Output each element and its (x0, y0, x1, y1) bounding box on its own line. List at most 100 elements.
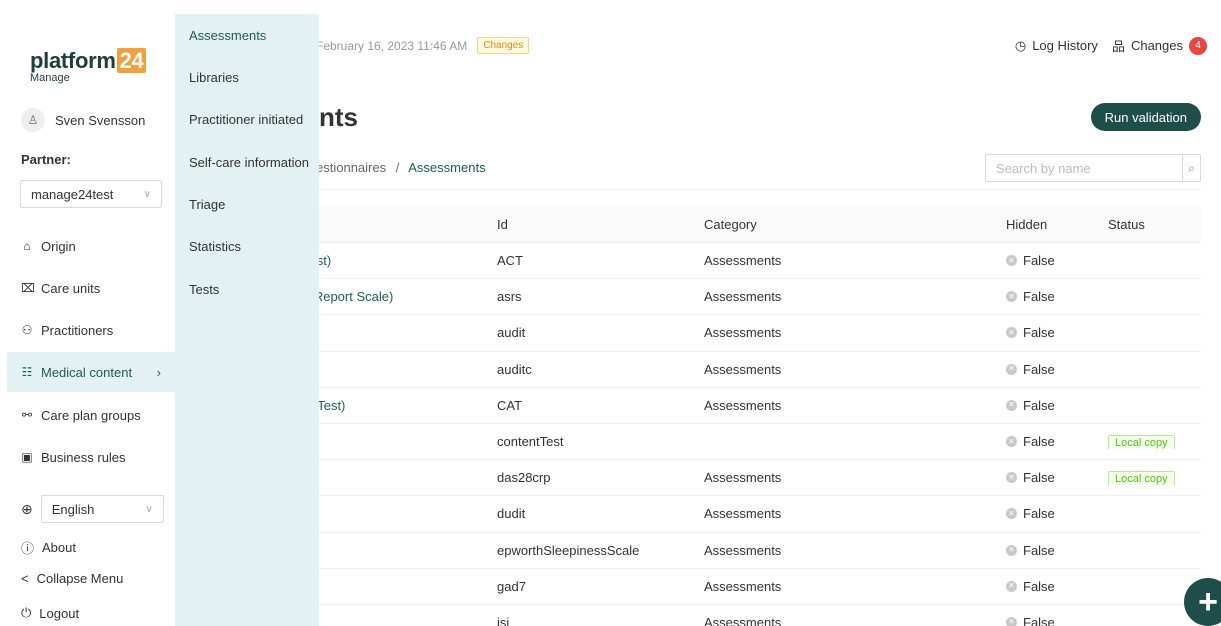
sidebar-item-care-units[interactable]: ⌧ Care units (0, 268, 175, 308)
column-header-status[interactable]: Status (1108, 217, 1201, 232)
list-icon: ☷ (21, 365, 33, 379)
cell-category: Assessments (704, 506, 782, 522)
last-updated-date: February 16, 2023 11:46 AM (316, 38, 468, 53)
partner-select[interactable]: manage24test ∨ (20, 180, 162, 208)
table-row[interactable]: dudit Assessments ✕ False (175, 496, 1201, 533)
hidden-value: False (1023, 361, 1055, 377)
logo[interactable]: platform 24 Manage (30, 48, 147, 84)
column-header-id[interactable]: Id (497, 217, 704, 232)
close-circle-icon: ✕ (1006, 327, 1017, 339)
log-history-label: Log History (1032, 38, 1098, 53)
sidebar-item-business-rules[interactable]: ▣ Business rules (0, 437, 175, 477)
cell-category: Assessments (704, 325, 782, 341)
table-row[interactable]: Test)ACTAssessments✕False (175, 243, 1201, 280)
submenu-item-self-care-information[interactable]: Self-care information (189, 155, 309, 170)
run-validation-button[interactable]: Run validation (1090, 103, 1201, 131)
breadcrumb-questionnaires[interactable]: estionnaires (316, 160, 386, 175)
language-row: ⊕ English ∨ (21, 495, 164, 523)
chevron-down-icon: ∨ (143, 188, 151, 200)
column-header-hidden[interactable]: Hidden (1006, 217, 1108, 232)
cell-status: Local copy (1108, 434, 1201, 450)
submenu-item-assessments[interactable]: Assessments (189, 28, 266, 43)
cell-id: dudit (497, 506, 526, 522)
sidebar-item-label: Medical content (41, 364, 133, 380)
changes-link[interactable]: 品 Changes 4 (1112, 36, 1207, 55)
table-row[interactable]: das28crp Assessments ✕ False Local copy (175, 460, 1201, 497)
sidebar-item-origin[interactable]: ⌂ Origin (0, 226, 175, 266)
sidebar-item-care-plan-groups[interactable]: ⚯ Care plan groups (0, 395, 175, 435)
hidden-value: False (1023, 325, 1055, 341)
top-actions: ◷ Log History 品 Changes 4 (1015, 36, 1207, 55)
about-link[interactable]: ⓘ About (21, 538, 76, 557)
sidebar-item-label: Practitioners (41, 322, 114, 338)
hidden-value: False (1023, 542, 1055, 558)
bank-icon: ⌧ (21, 281, 35, 295)
column-header-category[interactable]: Category (704, 217, 1006, 232)
sidebar-item-practitioners[interactable]: ⚇ Practitioners (0, 310, 175, 350)
submenu-item-triage[interactable]: Triage (189, 197, 225, 212)
user-profile[interactable]: ♙ Sven Svensson (21, 108, 145, 132)
table-row[interactable]: audit Assessments ✕ False (175, 315, 1201, 352)
table-header: Id Category Hidden Status (175, 207, 1201, 243)
chevron-down-icon: ∨ (145, 503, 153, 515)
close-circle-icon: ✕ (1006, 255, 1017, 267)
logout-link[interactable]: ⏻ Logout (21, 605, 79, 621)
search-input[interactable] (986, 155, 1182, 181)
cell-id: das28crp (497, 470, 551, 486)
submenu-item-tests[interactable]: Tests (189, 282, 219, 297)
collapse-menu-link[interactable]: < Collapse Menu (21, 571, 123, 586)
language-select[interactable]: English ∨ (40, 495, 164, 523)
cell-hidden: ✕ False (1006, 253, 1108, 268)
table-row[interactable]: contentTest ✕ False Local copy (175, 424, 1201, 461)
cell-hidden: ✕ False (1006, 506, 1108, 521)
table-row[interactable]: gad7 Assessments ✕ False (175, 569, 1201, 605)
sidebar-item-medical-content[interactable]: ☷ Medical content › (7, 352, 175, 392)
cell-hidden: ✕ False (1006, 398, 1108, 413)
table-body: Test)ACTAssessments✕Falself-Report Scale… (175, 243, 1201, 626)
search-icon[interactable]: ⌕ (1182, 155, 1200, 181)
submenu-item-libraries[interactable]: Libraries (189, 70, 239, 85)
hidden-value: False (1023, 614, 1055, 626)
hierarchy-icon: 品 (1111, 39, 1125, 54)
hidden-value: False (1023, 434, 1055, 450)
globe-icon: ⊕ (21, 500, 33, 517)
log-history-link[interactable]: ◷ Log History (1015, 38, 1098, 54)
sidebar-item-label: Care units (41, 280, 101, 296)
sidebar-item-label: Business rules (41, 449, 126, 465)
changes-tag: Changes (477, 37, 530, 54)
cell-category: Assessments (704, 578, 782, 594)
cell-category: Assessments (704, 253, 782, 269)
about-label: About (42, 540, 76, 555)
medical-content-submenu: Assessments Libraries Practitioner initi… (175, 14, 319, 626)
close-circle-icon: ✕ (1006, 399, 1017, 411)
sidebar-item-label: Care plan groups (41, 407, 141, 423)
table-row[interactable]: lf-Report Scale) asrs Assessments ✕ False (175, 279, 1201, 316)
breadcrumb-current: Assessments (408, 160, 486, 175)
clock-icon: ◷ (1014, 37, 1027, 53)
logout-label: Logout (39, 605, 80, 621)
close-circle-icon: ✕ (1006, 508, 1017, 520)
table-row[interactable]: isi Assessments ✕ False (175, 605, 1201, 626)
hidden-value: False (1023, 397, 1055, 413)
cell-hidden: ✕ False (1006, 362, 1108, 377)
cell-hidden: ✕ False (1006, 579, 1108, 594)
submenu-item-statistics[interactable]: Statistics (189, 239, 241, 254)
table-row[interactable]: epworthSleepinessScale Assessments ✕ False (175, 533, 1201, 569)
cell-id: gad7 (497, 578, 526, 594)
submenu-item-practitioner-initiated[interactable]: Practitioner initiated (189, 112, 303, 127)
cell-hidden: ✕ False (1006, 470, 1108, 485)
chevron-left-icon: < (21, 571, 29, 586)
table-row[interactable]: auditc Assessments ✕ False (175, 352, 1201, 388)
cell-id: audit (497, 325, 526, 341)
hidden-value: False (1023, 289, 1055, 305)
assessments-table: Id Category Hidden Status Test)ACTAssess… (175, 207, 1201, 626)
hidden-value: False (1023, 253, 1055, 269)
status-badge: Local copy (1108, 435, 1175, 450)
cell-hidden: ✕ False (1006, 434, 1108, 449)
breadcrumb-separator: / (395, 160, 400, 175)
people-icon: ⚇ (21, 323, 33, 337)
chevron-right-icon: › (156, 364, 161, 380)
changes-count-badge: 4 (1189, 36, 1207, 55)
table-row[interactable]: nt Test) CAT Assessments ✕ False (175, 388, 1201, 424)
cell-category: Assessments (704, 542, 782, 558)
